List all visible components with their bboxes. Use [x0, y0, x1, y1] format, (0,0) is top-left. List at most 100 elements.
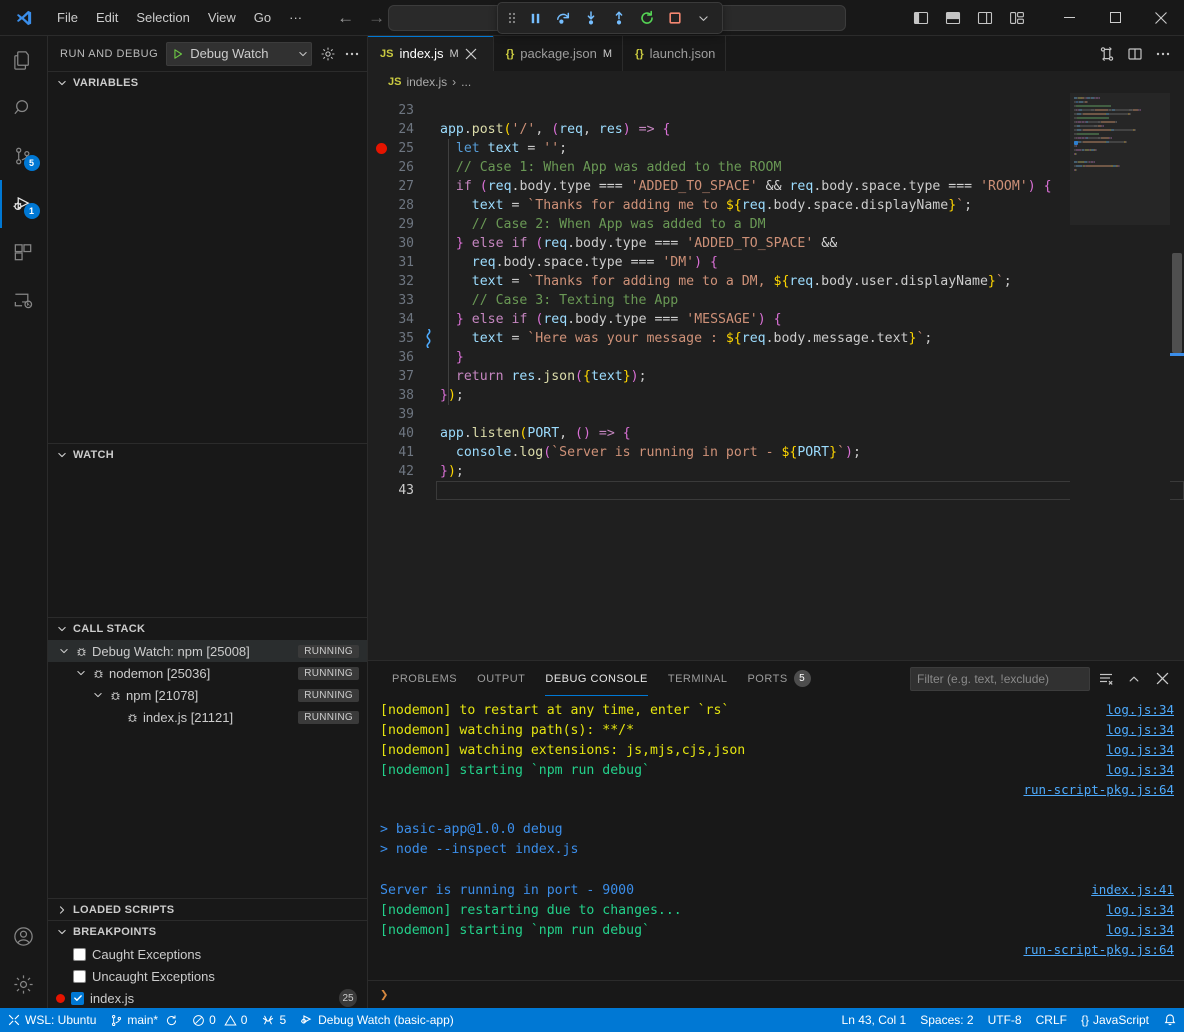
line-number[interactable]: 27	[368, 177, 426, 196]
step-over-button[interactable]	[550, 6, 576, 30]
console-source-link[interactable]: run-script-pkg.js:64	[1023, 780, 1174, 800]
activity-settings-gear-icon[interactable]	[0, 960, 48, 1008]
fold-slot[interactable]	[426, 405, 440, 424]
menu-selection[interactable]: Selection	[127, 6, 198, 30]
status-indentation[interactable]: Spaces: 2	[913, 1008, 980, 1032]
fold-slot[interactable]	[426, 310, 440, 329]
toggle-panel-icon[interactable]	[938, 5, 968, 31]
activity-source-control-icon[interactable]: 5	[0, 132, 48, 180]
editor-scrollbar[interactable]	[1170, 93, 1184, 660]
clear-console-icon[interactable]	[1094, 667, 1118, 691]
status-cursor-position[interactable]: Ln 43, Col 1	[835, 1008, 914, 1032]
menu-file[interactable]: File	[48, 6, 87, 30]
line-number[interactable]: 40	[368, 424, 426, 443]
folding-gutter[interactable]	[426, 93, 440, 660]
breadcrumb-rest[interactable]: ...	[461, 75, 471, 89]
call-stack-row[interactable]: npm [21078]RUNNING	[48, 684, 367, 706]
console-filter-input[interactable]: Filter (e.g. text, !exclude)	[910, 667, 1090, 691]
fold-slot[interactable]	[426, 386, 440, 405]
line-number[interactable]: 24	[368, 120, 426, 139]
chevron-down-icon[interactable]	[73, 667, 88, 679]
call-stack-row[interactable]: index.js [21121]RUNNING	[48, 706, 367, 728]
fold-slot[interactable]	[426, 234, 440, 253]
activity-explorer-icon[interactable]	[0, 36, 48, 84]
fold-slot[interactable]	[426, 291, 440, 310]
editor-breakpoint-icon[interactable]	[376, 143, 387, 154]
maximize-button[interactable]	[1092, 0, 1138, 35]
line-number[interactable]: 33	[368, 291, 426, 310]
console-source-link[interactable]: log.js:34	[1106, 900, 1174, 920]
close-button[interactable]	[1138, 0, 1184, 35]
restart-button[interactable]	[634, 6, 660, 30]
breakpoint-checkbox[interactable]	[73, 970, 86, 983]
fold-slot[interactable]	[426, 253, 440, 272]
status-debug-session[interactable]: Debug Watch (basic-app)	[293, 1008, 461, 1032]
go-back-icon[interactable]: ←	[337, 9, 354, 26]
menu-edit[interactable]: Edit	[87, 6, 127, 30]
console-source-link[interactable]: log.js:34	[1106, 920, 1174, 940]
go-forward-icon[interactable]: →	[368, 9, 385, 26]
console-source-link[interactable]: log.js:34	[1106, 700, 1174, 720]
line-number[interactable]: 37	[368, 367, 426, 386]
activity-remote-explorer-icon[interactable]	[0, 276, 48, 324]
sidebar-more-actions-icon[interactable]	[344, 43, 360, 65]
menu-view[interactable]: View	[199, 6, 245, 30]
editor-more-actions-icon[interactable]	[1150, 41, 1176, 67]
panel-tab-debug-console[interactable]: DEBUG CONSOLE	[535, 661, 657, 696]
drag-handle-icon[interactable]	[504, 11, 520, 25]
console-source-link[interactable]: log.js:34	[1106, 720, 1174, 740]
menu-go[interactable]: Go	[245, 6, 280, 30]
minimize-button[interactable]	[1046, 0, 1092, 35]
close-panel-icon[interactable]	[1150, 667, 1174, 691]
breakpoint-checkbox[interactable]	[71, 992, 84, 1005]
debug-console-output[interactable]: [nodemon] to restart at any time, enter …	[368, 696, 1184, 980]
chevron-up-icon[interactable]	[1122, 667, 1146, 691]
breadcrumb-file[interactable]: index.js	[406, 75, 447, 89]
section-loaded-scripts-header[interactable]: LOADED SCRIPTS	[48, 899, 367, 921]
line-number[interactable]: 35	[368, 329, 426, 348]
console-source-link[interactable]: index.js:41	[1091, 880, 1174, 900]
fold-slot[interactable]	[426, 101, 440, 120]
call-stack-row[interactable]: nodemon [25036]RUNNING	[48, 662, 367, 684]
launch-configuration-select[interactable]: Debug Watch	[166, 42, 312, 66]
activity-search-icon[interactable]	[0, 84, 48, 132]
step-out-button[interactable]	[606, 6, 632, 30]
panel-tab-problems[interactable]: PROBLEMS	[382, 661, 467, 696]
fold-slot[interactable]	[426, 139, 440, 158]
start-debug-play-icon[interactable]	[171, 47, 185, 61]
line-number[interactable]: 43	[368, 481, 426, 500]
fold-slot[interactable]	[426, 424, 440, 443]
fold-slot[interactable]	[426, 443, 440, 462]
status-eol[interactable]: CRLF	[1029, 1008, 1074, 1032]
tab-index-js[interactable]: JS index.js M	[368, 36, 494, 71]
fold-slot[interactable]	[426, 367, 440, 386]
line-number[interactable]: 32	[368, 272, 426, 291]
open-launch-json-gear-icon[interactable]	[320, 43, 336, 65]
panel-tab-ports[interactable]: PORTS 5	[737, 661, 820, 696]
line-number[interactable]: 29	[368, 215, 426, 234]
activity-run-and-debug-icon[interactable]: 1	[0, 180, 48, 228]
line-number[interactable]: 39	[368, 405, 426, 424]
console-source-link[interactable]: run-script-pkg.js:64	[1023, 940, 1174, 960]
status-language-mode[interactable]: {} JavaScript	[1074, 1008, 1156, 1032]
minimap-slider[interactable]	[1070, 93, 1170, 225]
fold-slot[interactable]	[426, 272, 440, 291]
status-problems[interactable]: 0 0	[185, 1008, 254, 1032]
breakpoint-checkbox[interactable]	[73, 948, 86, 961]
split-editor-icon[interactable]	[1122, 41, 1148, 67]
fold-slot[interactable]	[426, 196, 440, 215]
line-number[interactable]: 28	[368, 196, 426, 215]
status-notifications-bell-icon[interactable]	[1156, 1008, 1184, 1032]
chevron-down-icon[interactable]	[690, 6, 716, 30]
chevron-down-icon[interactable]	[90, 689, 105, 701]
section-call-stack-header[interactable]: CALL STACK	[48, 618, 367, 640]
section-watch-header[interactable]: WATCH	[48, 444, 367, 466]
activity-accounts-icon[interactable]	[0, 912, 48, 960]
minimap[interactable]	[1070, 93, 1170, 660]
breakpoint-dot-icon[interactable]	[56, 994, 65, 1003]
section-breakpoints-header[interactable]: BREAKPOINTS	[48, 921, 367, 943]
step-into-button[interactable]	[578, 6, 604, 30]
stop-button[interactable]	[662, 6, 688, 30]
toggle-secondary-sidebar-icon[interactable]	[970, 5, 1000, 31]
breakpoint-row[interactable]: index.js25	[48, 987, 367, 1008]
